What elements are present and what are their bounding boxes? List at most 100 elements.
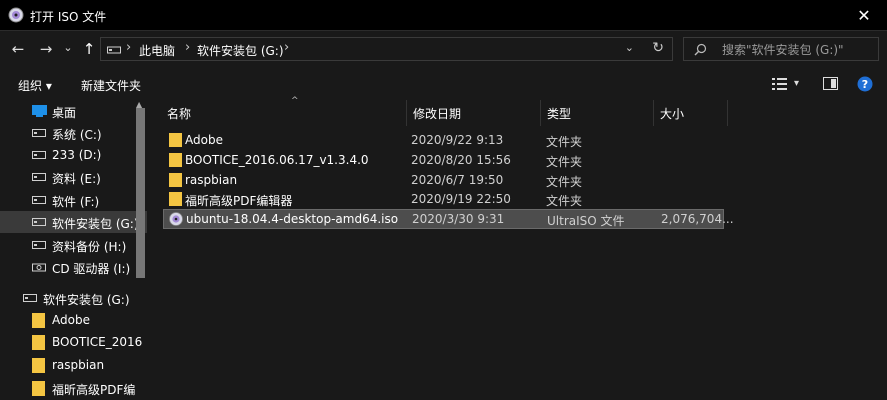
recent-locations-button[interactable]: ⌄ [61, 37, 75, 57]
chevron-down-icon: ⌄ [63, 40, 73, 54]
search-box[interactable] [683, 37, 879, 61]
sidebar-item-cd-drive[interactable]: CD 驱动器 (I:) [0, 256, 147, 278]
sidebar-item-label: 系统 (C:) [52, 128, 102, 142]
sidebar-item-label: 233 (D:) [52, 148, 102, 162]
path-separator: › [284, 40, 290, 55]
up-arrow-icon: ↑ [82, 40, 96, 58]
path-separator: › [126, 40, 132, 55]
sidebar-item-raspbian[interactable]: raspbian [0, 354, 147, 376]
file-date: 2020/8/20 15:56 [411, 153, 511, 167]
cd-drive-icon [32, 263, 46, 272]
iso-disc-icon [169, 212, 183, 226]
file-list: 名称 ^ 修改日期 类型 大小 Adobe 2020/9/22 9:13 文件夹… [150, 96, 887, 400]
refresh-icon[interactable]: ↻ [652, 40, 664, 56]
scrollbar-thumb[interactable] [136, 108, 145, 278]
sidebar-item-drive-g-root[interactable]: 软件安装包 (G:) [0, 287, 147, 309]
file-type: 文件夹 [546, 135, 583, 149]
sidebar-item-drive-f[interactable]: 软件 (F:) [0, 189, 147, 211]
breadcrumb-drive-g[interactable]: 软件安装包 (G:) [197, 42, 284, 59]
sidebar-item-drive-d[interactable]: 233 (D:) [0, 144, 147, 166]
search-icon [694, 43, 707, 56]
forward-arrow-icon: → [39, 40, 53, 58]
column-header-size[interactable]: 大小 [653, 100, 727, 126]
sidebar-item-bootice[interactable]: BOOTICE_2016 [0, 331, 147, 353]
sidebar-item-foxit-pdf[interactable]: 福昕高级PDF编 [0, 377, 147, 399]
help-icon[interactable]: ? [857, 76, 873, 92]
address-bar[interactable]: › 此电脑 › 软件安装包 (G:) › ⌄ ↻ [100, 37, 673, 61]
sidebar-item-label: 软件安装包 (G:) [43, 293, 130, 307]
sidebar-item-label: raspbian [52, 358, 105, 372]
new-folder-button[interactable]: 新建文件夹 [81, 77, 141, 94]
column-header-type[interactable]: 类型 [540, 100, 653, 126]
sidebar-item-label: BOOTICE_2016 [52, 335, 143, 349]
column-header-name[interactable]: 名称 ^ [160, 96, 406, 126]
sidebar-item-adobe[interactable]: Adobe [0, 309, 147, 331]
iso-disc-icon [8, 7, 24, 23]
file-type: 文件夹 [546, 175, 583, 189]
file-row-adobe[interactable]: Adobe 2020/9/22 9:13 文件夹 [163, 130, 724, 150]
title-bar: 打开 ISO 文件 ✕ [0, 0, 887, 31]
sidebar-item-label: 软件安装包 (G:) [52, 217, 139, 231]
drive-icon [32, 241, 46, 249]
file-name: Adobe [185, 133, 223, 147]
column-divider[interactable] [727, 100, 728, 126]
folder-icon [169, 133, 182, 147]
breadcrumb-this-pc[interactable]: 此电脑 [139, 42, 175, 59]
search-input[interactable] [722, 41, 872, 58]
drive-icon [32, 151, 46, 159]
back-button[interactable]: ← [8, 39, 28, 59]
file-row-foxit-pdf[interactable]: 福昕高级PDF编辑器 2020/9/19 22:50 文件夹 [163, 189, 724, 209]
folder-icon [32, 358, 45, 373]
file-row-ubuntu-iso[interactable]: ubuntu-18.04.4-desktop-amd64.iso 2020/3/… [163, 209, 734, 229]
drive-icon [32, 173, 46, 181]
file-name: BOOTICE_2016.06.17_v1.3.4.0 [185, 153, 369, 167]
file-size: 2,076,704... [661, 212, 734, 226]
drive-icon [32, 129, 46, 137]
folder-icon [169, 192, 182, 206]
column-label: 名称 [167, 107, 192, 121]
sidebar-item-label: 资料 (E:) [52, 172, 101, 186]
sidebar-item-drive-h[interactable]: 资料备份 (H:) [0, 234, 147, 256]
close-icon: ✕ [857, 6, 871, 25]
address-history-dropdown[interactable]: ⌄ [625, 41, 634, 54]
column-header-date[interactable]: 修改日期 [406, 100, 540, 126]
close-button[interactable]: ✕ [841, 0, 887, 31]
file-date: 2020/9/19 22:50 [411, 192, 511, 206]
sidebar-item-drive-g[interactable]: 软件安装包 (G:) [0, 211, 147, 233]
desktop-icon [32, 105, 47, 117]
folder-icon [32, 335, 45, 350]
column-label: 大小 [660, 107, 685, 121]
preview-pane-icon[interactable] [823, 77, 838, 90]
path-separator: › [185, 40, 191, 55]
file-date: 2020/9/22 9:13 [411, 133, 504, 147]
file-list-scrollbar[interactable] [874, 100, 887, 400]
sidebar-item-drive-c[interactable]: 系统 (C:) [0, 122, 147, 144]
file-name: raspbian [185, 173, 238, 187]
folder-icon [32, 313, 45, 328]
file-type: 文件夹 [546, 194, 583, 208]
sidebar-item-label: 福昕高级PDF编 [52, 383, 136, 397]
sidebar-item-label: 软件 (F:) [52, 195, 100, 209]
navigation-pane: 桌面 系统 (C:) 233 (D:) 资料 (E:) 软件 (F:) 软件安装… [0, 100, 150, 400]
sidebar-item-desktop[interactable]: 桌面 [0, 100, 147, 122]
sidebar-item-label: 桌面 [52, 106, 77, 120]
command-toolbar: 组织 ▾ 新建文件夹 ▾ ? [0, 68, 887, 100]
organize-menu-button[interactable]: 组织 ▾ [18, 77, 52, 94]
file-date: 2020/6/7 19:50 [411, 173, 504, 187]
file-name: 福昕高级PDF编辑器 [185, 194, 293, 208]
file-row-raspbian[interactable]: raspbian 2020/6/7 19:50 文件夹 [163, 170, 724, 190]
sidebar-item-label: Adobe [52, 313, 90, 327]
sort-ascending-icon: ^ [291, 96, 299, 106]
view-dropdown-icon[interactable]: ▾ [794, 78, 799, 89]
file-date: 2020/3/30 9:31 [412, 212, 505, 226]
file-row-bootice[interactable]: BOOTICE_2016.06.17_v1.3.4.0 2020/8/20 15… [163, 150, 724, 170]
up-button[interactable]: ↑ [79, 39, 99, 59]
drive-icon [23, 294, 37, 302]
sidebar-item-drive-e[interactable]: 资料 (E:) [0, 166, 147, 188]
view-options-icon[interactable] [772, 78, 788, 90]
drive-icon [32, 196, 46, 204]
file-name: ubuntu-18.04.4-desktop-amd64.iso [186, 212, 399, 226]
forward-button[interactable]: → [36, 39, 56, 59]
sidebar-item-label: 资料备份 (H:) [52, 240, 127, 254]
sidebar-scrollbar[interactable]: ▲ [133, 100, 147, 400]
